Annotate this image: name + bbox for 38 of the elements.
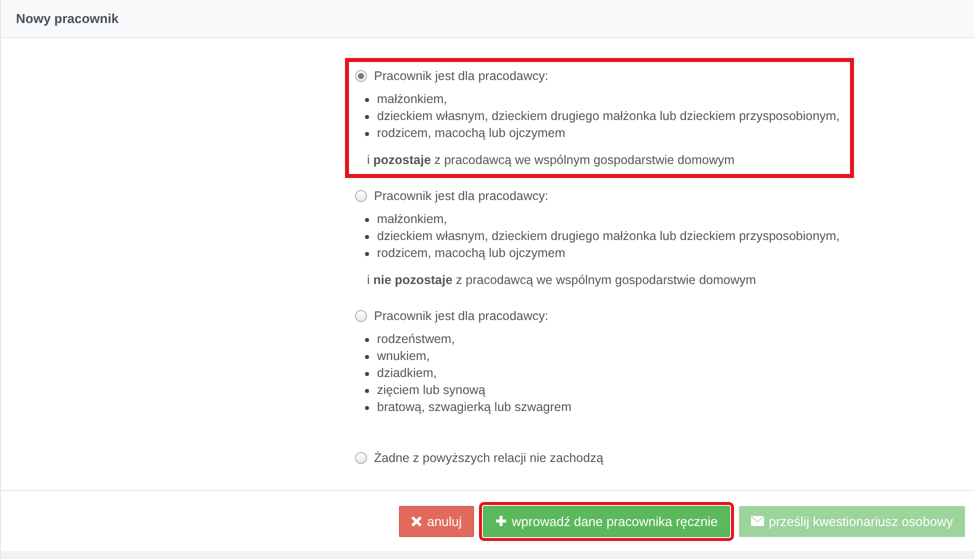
- list-item: rodzicem, macochą lub ojczymem: [377, 245, 566, 262]
- radio-option[interactable]: Pracownik jest dla pracodawcy:: [355, 67, 840, 85]
- radio-option[interactable]: Pracownik jest dla pracodawcy:: [355, 187, 840, 205]
- option-note: i nie pozostaje z pracodawcą we wspólnym gospodarstwie domowym: [367, 272, 758, 289]
- list-item: rodzicem, macochą lub ojczymem: [377, 125, 566, 142]
- plus-icon: [494, 515, 507, 527]
- radio-button[interactable]: [355, 70, 367, 82]
- bullet-icon: [365, 372, 369, 376]
- option-label: Pracownik jest dla pracodawcy:: [374, 308, 548, 325]
- bullet-icon: [365, 234, 369, 238]
- close-icon: [411, 516, 422, 526]
- list-item: małżonkiem,: [377, 91, 448, 108]
- list-item: rodzeństwem,: [377, 331, 455, 348]
- radio-option[interactable]: Pracownik jest dla pracodawcy:: [355, 307, 572, 325]
- panel-title: Nowy pracownik: [16, 11, 119, 26]
- option-label: Pracownik jest dla pracodawcy:: [374, 68, 548, 85]
- list-item: dziadkiem,: [377, 365, 437, 382]
- bullet-icon: [365, 406, 369, 410]
- radio-button[interactable]: [355, 310, 367, 322]
- list-item: dzieckiem własnym, dzieckiem drugiego małżonka lub dzieckiem przysposobionym,: [377, 228, 840, 245]
- bullet-icon: [365, 132, 369, 136]
- bullet-icon: [365, 252, 369, 256]
- envelope-icon: [750, 516, 764, 526]
- list-item: wnukiem,: [377, 348, 430, 365]
- list-item: dzieckiem własnym, dzieckiem drugiego małżonka lub dzieckiem przysposobionym,: [377, 108, 840, 125]
- bullet-icon: [365, 388, 369, 392]
- list-item: zięciem lub synową: [377, 382, 486, 399]
- bullet-icon: [365, 218, 369, 222]
- list-item: bratową, szwagierką lub szwagrem: [377, 399, 572, 416]
- bullet-icon: [365, 98, 369, 102]
- list-item: małżonkiem,: [377, 211, 448, 228]
- option-note: i pozostaje z pracodawcą we wspólnym gospodarstwie domowym: [367, 152, 736, 169]
- radio-button[interactable]: [355, 190, 367, 202]
- bullet-icon: [365, 114, 369, 118]
- bullet-icon: [365, 354, 369, 358]
- option-label: Pracownik jest dla pracodawcy:: [374, 188, 548, 205]
- bullet-icon: [365, 338, 369, 342]
- radio-button[interactable]: [355, 452, 367, 464]
